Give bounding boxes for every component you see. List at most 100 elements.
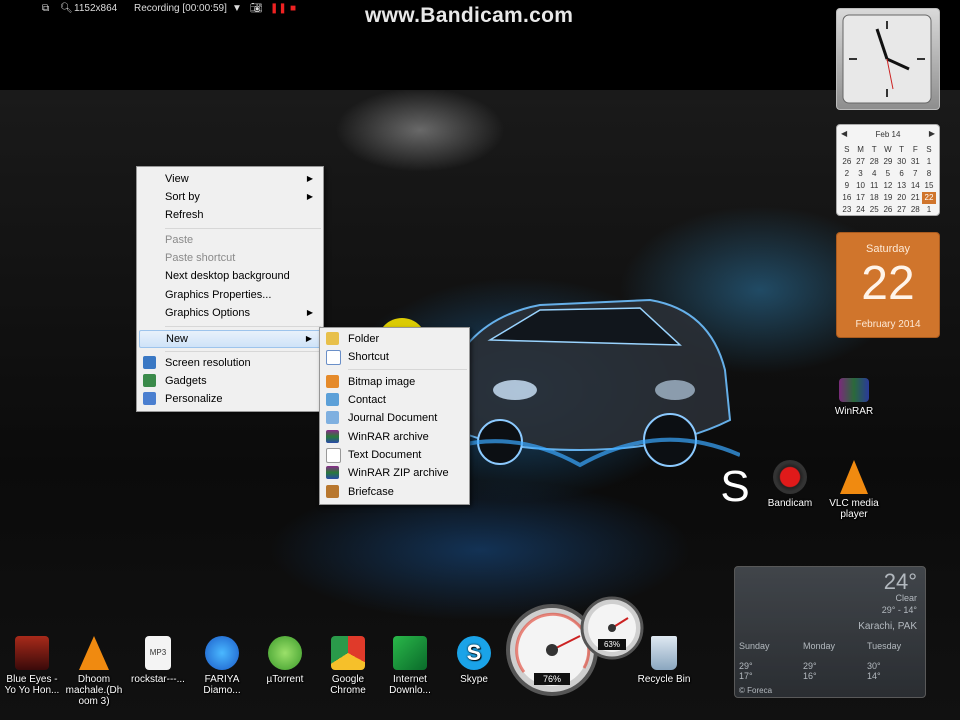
calendar-day-cell[interactable]: 13 (895, 180, 909, 192)
desktop-icon-google-chrome[interactable]: Google Chrome (316, 636, 380, 696)
desktop-icon-fariya-diamond[interactable]: FARIYA Diamo... (190, 636, 254, 696)
clock-gadget[interactable] (836, 8, 940, 110)
desktop-icon-winrar[interactable]: WinRAR (822, 378, 886, 417)
calendar-day-cell[interactable]: 14 (908, 180, 922, 192)
calendar-day-cell[interactable]: 18 (867, 192, 881, 204)
menu-item-paste[interactable]: Paste (139, 231, 321, 249)
desktop-icon-rockstar[interactable]: MP3 rockstar---... (126, 636, 190, 685)
chrome-icon (331, 636, 365, 670)
menu-item-paste-shortcut[interactable]: Paste shortcut (139, 249, 321, 267)
menu-item-sort-by[interactable]: Sort by ▶ (139, 188, 321, 206)
desktop-icon-utorrent[interactable]: µTorrent (253, 636, 317, 685)
stop-icon[interactable]: ■ (290, 3, 296, 14)
menu-item-graphics-options[interactable]: Graphics Options ▶ (139, 304, 321, 322)
calendar-day-cell[interactable]: 9 (840, 180, 854, 192)
camera-icon[interactable]: 📷︎ (250, 3, 263, 14)
menu-separator (165, 228, 321, 229)
contact-icon (326, 393, 339, 406)
desktop-icon-vlc[interactable]: VLC media player (822, 460, 886, 520)
desktop-icon-dhoom-machale[interactable]: Dhoom machale.(Dh oom 3) (62, 636, 126, 707)
calendar-weekday-row: SMTWTFS (840, 144, 936, 156)
journal-icon (326, 411, 339, 424)
weather-temp: 24° (883, 569, 917, 594)
calendar-day-cell[interactable]: 26 (881, 204, 895, 216)
submenu-item-bitmap-image[interactable]: Bitmap image (322, 373, 467, 391)
chevron-right-icon: ▶ (305, 334, 312, 343)
menu-item-personalize[interactable]: Personalize (139, 390, 321, 408)
submenu-item-contact[interactable]: Contact (322, 391, 467, 409)
calendar-day-cell[interactable]: 7 (908, 168, 922, 180)
calendar-day-cell[interactable]: 12 (881, 180, 895, 192)
day-name: Saturday (865, 243, 911, 255)
menu-item-screen-resolution[interactable]: Screen resolution (139, 354, 321, 372)
calendar-day-cell[interactable]: 27 (895, 204, 909, 216)
calendar-day-cell[interactable]: 1 (922, 204, 936, 216)
calendar-day-cell[interactable]: 19 (881, 192, 895, 204)
calendar-day-cell[interactable]: 17 (854, 192, 868, 204)
calendar-day-cell[interactable]: 26 (840, 156, 854, 168)
pause-icon[interactable]: ❚❚ (270, 3, 287, 14)
menu-item-new[interactable]: New ▶ (139, 330, 321, 348)
calendar-day-cell[interactable]: 16 (840, 192, 854, 204)
calendar-day-cell[interactable]: 29 (881, 156, 895, 168)
desktop-icon-recycle-bin[interactable]: Recycle Bin (632, 636, 696, 685)
calendar-day-cell[interactable]: 28 (867, 156, 881, 168)
calendar-day-cell[interactable]: 30 (895, 156, 909, 168)
calendar-day-cell[interactable]: 11 (867, 180, 881, 192)
calendar-day-cell[interactable]: 27 (854, 156, 868, 168)
weather-location: Karachi, PAK (858, 621, 917, 632)
menu-item-view[interactable]: View ▶ (139, 170, 321, 188)
calendar-day-cell[interactable]: 28 (908, 204, 922, 216)
submenu-item-journal-document[interactable]: Journal Document (322, 409, 467, 427)
calendar-day-cell[interactable]: 1 (922, 156, 936, 168)
calendar-day-cell[interactable]: 24 (854, 204, 868, 216)
calendar-weekday-label: S (926, 145, 932, 154)
bandicam-logo-icon: S (720, 462, 750, 511)
calendar-day-cell[interactable]: 4 (867, 168, 881, 180)
calendar-day-cell[interactable]: 23 (840, 204, 854, 216)
desktop-icon-blue-eyes[interactable]: Blue Eyes - Yo Yo Hon... (0, 636, 64, 696)
submenu-item-shortcut[interactable]: Shortcut (322, 348, 467, 366)
calendar-day-cell[interactable]: 15 (922, 180, 936, 192)
calendar-day-cell[interactable]: 8 (922, 168, 936, 180)
submenu-item-folder[interactable]: Folder (322, 330, 467, 348)
calendar-grid: S M T W T F S 26 27 28 29 30 31 1 2 3 4 5 6 7 8 9 10 11 12 13 14 15… (840, 144, 936, 216)
desktop-icon-bandicam[interactable]: Bandicam (758, 460, 822, 509)
weather-gadget[interactable]: 24° Clear 29° - 14° Karachi, PAK Sunday 2… (734, 566, 926, 698)
desktop-icon-internet-download-manager[interactable]: Internet Downlo... (378, 636, 442, 696)
menu-item-next-desktop-background[interactable]: Next desktop background (139, 267, 321, 285)
calendar-day-cell[interactable]: 31 (908, 156, 922, 168)
calendar-day-cell[interactable]: 21 (908, 192, 922, 204)
winrar-icon (326, 430, 339, 443)
chevron-right-icon: ▶ (306, 308, 313, 317)
calendar-day-cell[interactable]: 25 (867, 204, 881, 216)
menu-item-graphics-properties[interactable]: Graphics Properties... (139, 286, 321, 304)
cpu-meter-gadget[interactable]: 76% 63% (504, 588, 644, 698)
vlc-cone-icon (840, 460, 868, 494)
search-icon[interactable]: 🔍︎ (60, 3, 73, 14)
download-manager-icon (393, 636, 427, 670)
date-gadget[interactable]: Saturday 22 February 2014 (836, 232, 940, 338)
submenu-item-winrar-archive[interactable]: WinRAR archive (322, 428, 467, 446)
desktop-icon-skype[interactable]: S Skype (442, 636, 506, 685)
bitmap-icon (326, 375, 339, 388)
calendar-day-cell[interactable]: 20 (895, 192, 909, 204)
calendar-weekday-label: W (884, 145, 892, 154)
calendar-day-cell[interactable]: 6 (895, 168, 909, 180)
submenu-item-briefcase[interactable]: Briefcase (322, 483, 467, 501)
calendar-day-cell[interactable]: 10 (854, 180, 868, 192)
submenu-item-winrar-zip-archive[interactable]: WinRAR ZIP archive (322, 464, 467, 482)
menu-item-refresh[interactable]: Refresh (139, 206, 321, 224)
calendar-today-cell[interactable]: 22 (922, 192, 936, 204)
calendar-day-cell[interactable]: 3 (854, 168, 868, 180)
mp3-file-icon: MP3 (145, 636, 171, 670)
calendar-day-cell[interactable]: 5 (881, 168, 895, 180)
dropdown-icon[interactable]: ▼ (232, 3, 242, 14)
calendar-day-cell[interactable]: 2 (840, 168, 854, 180)
vlc-cone-icon (79, 636, 109, 670)
menu-item-gadgets[interactable]: Gadgets (139, 372, 321, 390)
next-month-icon[interactable]: ▶ (929, 129, 935, 138)
calendar-gadget[interactable]: ◀ Feb 14 ▶ S M T W T F S 26 27 28 29 30 31 1 2 3 4 5 6 7 8 9 1… (836, 124, 940, 216)
submenu-item-text-document[interactable]: Text Document (322, 446, 467, 464)
window-icon[interactable]: ⧉ (42, 3, 49, 14)
